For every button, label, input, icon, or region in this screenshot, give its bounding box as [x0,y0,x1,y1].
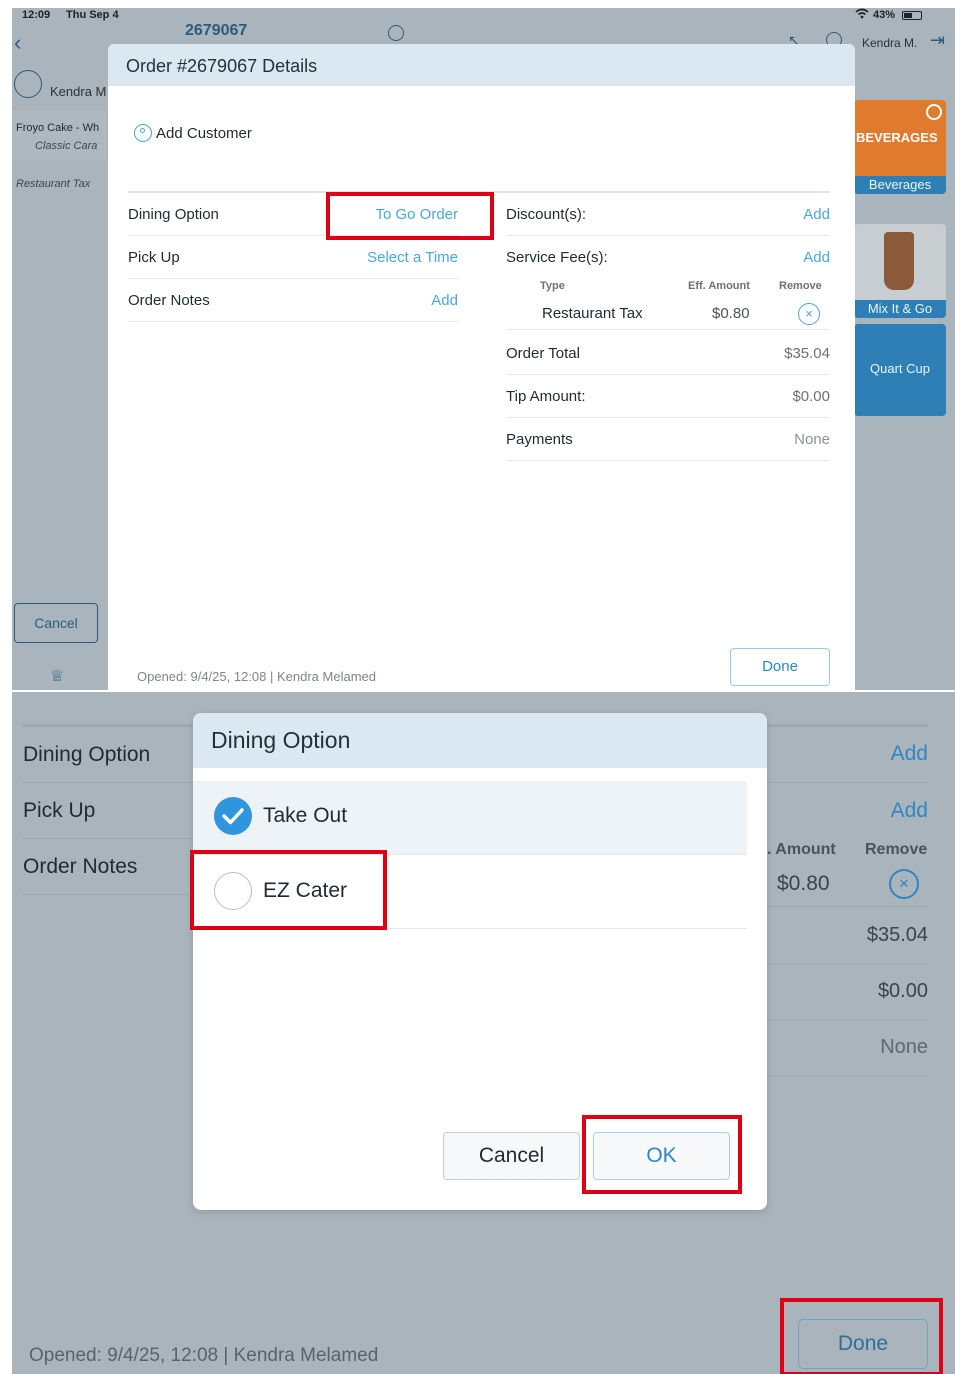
dialog-header: Dining Option [193,713,767,768]
order-notes-add-link[interactable]: Add [431,292,458,309]
order-details-modal: Order #2679067 Details Add Customer Dini… [108,44,855,690]
clock-icon[interactable] [388,25,404,41]
bg-order-item: Froyo Cake - Wh Classic Cara [12,110,106,160]
dining-option-label: Dining Option [23,743,151,766]
discounts-add-link[interactable]: Add [891,742,928,766]
modal-header: Order #2679067 Details [108,44,855,86]
discounts-add-link[interactable]: Add [803,206,830,223]
fee-type: Restaurant Tax [542,305,643,322]
tile-banner: BEVERAGES [856,130,938,145]
highlight-box [326,192,494,240]
tile-beverages[interactable]: BEVERAGES Beverages [854,100,946,194]
bg-tax-line: Restaurant Tax [16,178,91,190]
order-total-label: Order Total [506,345,580,362]
bg-order-number: 2679067 [185,22,248,39]
discounts-row[interactable]: Add [767,727,928,783]
tip-value: $0.00 [877,980,928,1002]
highlight-box [190,850,387,930]
status-bar: 12:09 Thu Sep 4 43% [12,8,955,24]
option-label: Take Out [263,804,348,827]
order-total-value: $35.04 [866,924,928,946]
order-notes-label: Order Notes [128,292,210,309]
highlight-box [780,1298,943,1374]
order-notes-label: Order Notes [23,855,138,878]
fee-amount: $0.80 [712,305,750,322]
bg-user-short: Kendra M [50,84,107,99]
status-time: 12:09 [22,9,51,21]
service-fees-block: Add . Amount Remove $0.80 × [767,783,928,907]
tile-label: Mix It & Go [854,300,946,318]
service-fees-add-link[interactable]: Add [891,799,928,823]
fee-col-type: Type [540,280,565,292]
dining-option-label: Dining Option [128,206,219,223]
tile-quart-cup[interactable]: Quart Cup [854,324,946,416]
payments-row: None [767,1020,928,1076]
remove-fee-icon[interactable]: × [798,303,820,325]
fee-col-amount: . Amount [767,841,836,858]
highlight-box [582,1115,742,1194]
opened-info: Opened: 9/4/25, 12:08 | Kendra Melamed [29,1345,379,1366]
discounts-label: Discount(s): [506,206,587,223]
order-total-row: Order Total $35.04 [506,332,830,375]
order-total-row: $35.04 [767,908,928,964]
cup-icon [884,232,914,290]
service-fees-add-link[interactable]: Add [803,249,830,266]
dialog-cancel-button[interactable]: Cancel [443,1132,580,1180]
bottom-screenshot: Dining Option Pick Up Order Notes Add Ad… [12,692,955,1374]
option-take-out[interactable]: Take Out [193,781,747,855]
service-fees-block: Service Fee(s): Add Type Eff. Amount Rem… [506,236,830,330]
pick-up-row[interactable]: Pick Up [22,783,192,839]
fee-col-remove: Remove [865,841,928,858]
trophy-icon[interactable]: ♕ [50,666,64,686]
tile-label: Quart Cup [870,361,930,376]
order-total-value: $35.04 [784,345,830,362]
battery-icon [902,11,922,20]
tip-label: Tip Amount: [506,388,586,405]
order-notes-row[interactable]: Order Notes Add [128,279,458,322]
battery-percent: 43% [873,9,896,21]
modal-title: Order #2679067 Details [126,56,318,76]
wifi-icon [855,8,869,22]
bg-item-sub: Classic Cara [35,140,98,152]
target-icon [926,104,942,120]
payments-row: Payments None [506,418,830,461]
pick-up-label: Pick Up [23,799,96,822]
remove-fee-icon[interactable]: × [889,869,919,899]
tip-row: $0.00 [767,964,928,1020]
service-fees-label: Service Fee(s): [506,249,608,266]
top-screenshot: 12:09 Thu Sep 4 43% ‹ 2679067 ↖ Kendra M… [12,8,955,690]
select-time-link[interactable]: Select a Time [367,249,458,266]
logout-icon[interactable]: ⇥ [930,30,945,51]
bg-cancel-button[interactable]: Cancel [14,603,98,643]
checked-radio-icon[interactable] [214,797,252,835]
opened-info: Opened: 9/4/25, 12:08 | Kendra Melamed [137,669,376,684]
done-button[interactable]: Done [730,648,830,686]
bg-item-name: Froyo Cake - Wh [16,122,100,134]
payments-value: None [880,1036,928,1058]
user-avatar-icon [14,70,42,98]
bg-user-name: Kendra M. [862,36,918,50]
add-customer-button[interactable]: Add Customer [156,125,252,142]
fee-col-amount: Eff. Amount [688,280,750,292]
tile-mix-it-go[interactable]: Mix It & Go [854,224,946,318]
pick-up-row[interactable]: Pick Up Select a Time [128,236,458,279]
order-notes-row[interactable]: Order Notes [22,839,192,895]
status-date: Thu Sep 4 [66,9,119,21]
back-chevron-icon[interactable]: ‹ [14,30,21,56]
pick-up-label: Pick Up [128,249,180,266]
payments-label: Payments [506,431,573,448]
tip-value: $0.00 [792,388,830,405]
tile-label: Beverages [854,176,946,194]
add-customer-icon[interactable] [134,124,152,142]
tip-row: Tip Amount: $0.00 [506,375,830,418]
payments-value: None [794,431,830,448]
fee-col-remove: Remove [779,280,822,292]
dialog-title: Dining Option [211,727,351,753]
discounts-row[interactable]: Discount(s): Add [506,193,830,236]
fee-amount: $0.80 [777,872,830,895]
dining-option-row[interactable]: Dining Option [22,727,192,783]
